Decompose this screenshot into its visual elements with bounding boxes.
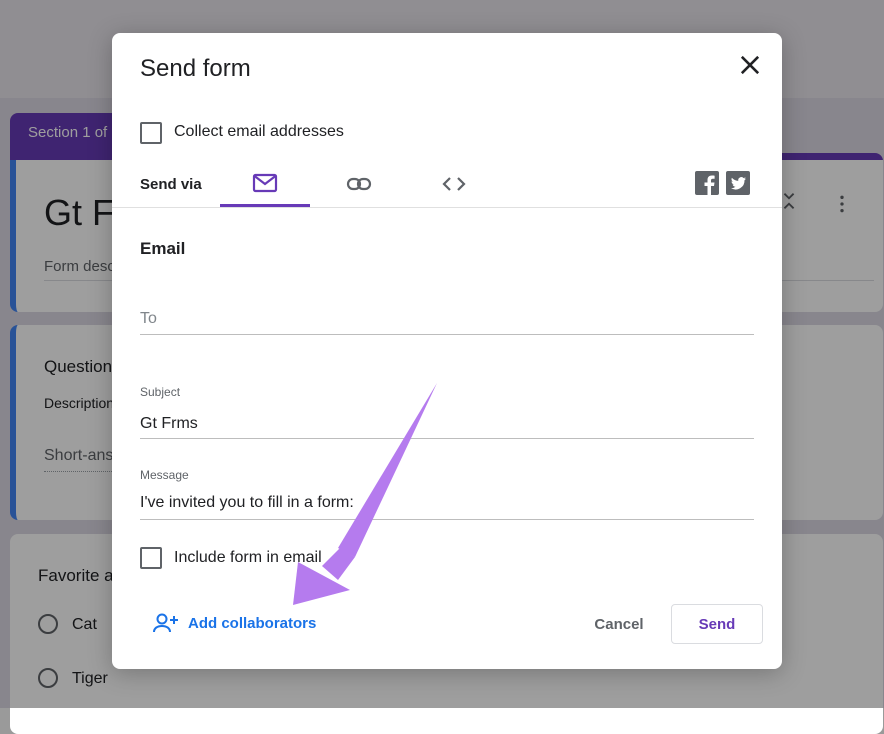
- include-form-label: Include form in email: [174, 549, 322, 566]
- tab-link[interactable]: [314, 161, 404, 207]
- facebook-icon: [704, 175, 715, 195]
- email-icon: [252, 173, 278, 192]
- link-icon: [346, 177, 372, 191]
- email-heading: Email: [140, 239, 186, 258]
- subject-input-underline: [140, 438, 754, 439]
- message-label: Message: [140, 468, 189, 482]
- collect-email-label: Collect email addresses: [174, 123, 344, 140]
- message-input[interactable]: I've invited you to fill in a form:: [140, 494, 354, 512]
- twitter-icon: [731, 177, 746, 190]
- dialog-title: Send form: [140, 55, 251, 82]
- tab-email[interactable]: [220, 161, 310, 207]
- close-icon: [740, 55, 760, 75]
- add-collaborators-button[interactable]: Add collaborators: [152, 612, 316, 634]
- include-form-checkbox[interactable]: [140, 547, 162, 569]
- embed-icon: [442, 177, 466, 191]
- add-person-icon: [153, 613, 178, 633]
- cancel-button[interactable]: Cancel: [574, 604, 664, 644]
- send-button[interactable]: Send: [671, 604, 763, 644]
- message-input-underline: [140, 519, 754, 520]
- add-collaborators-label: Add collaborators: [188, 614, 317, 632]
- send-form-dialog: Send form Collect email addresses Send v…: [112, 33, 782, 669]
- close-button[interactable]: [736, 51, 764, 79]
- facebook-share-button[interactable]: [695, 171, 719, 195]
- to-input[interactable]: To: [140, 310, 157, 328]
- tab-embed[interactable]: [409, 161, 499, 207]
- to-input-underline: [140, 334, 754, 335]
- subject-input[interactable]: Gt Frms: [140, 415, 198, 433]
- subject-label: Subject: [140, 385, 181, 399]
- send-via-label: Send via: [140, 176, 202, 193]
- tabs-divider: [112, 207, 782, 208]
- collect-email-checkbox[interactable]: [140, 122, 162, 144]
- twitter-share-button[interactable]: [726, 171, 750, 195]
